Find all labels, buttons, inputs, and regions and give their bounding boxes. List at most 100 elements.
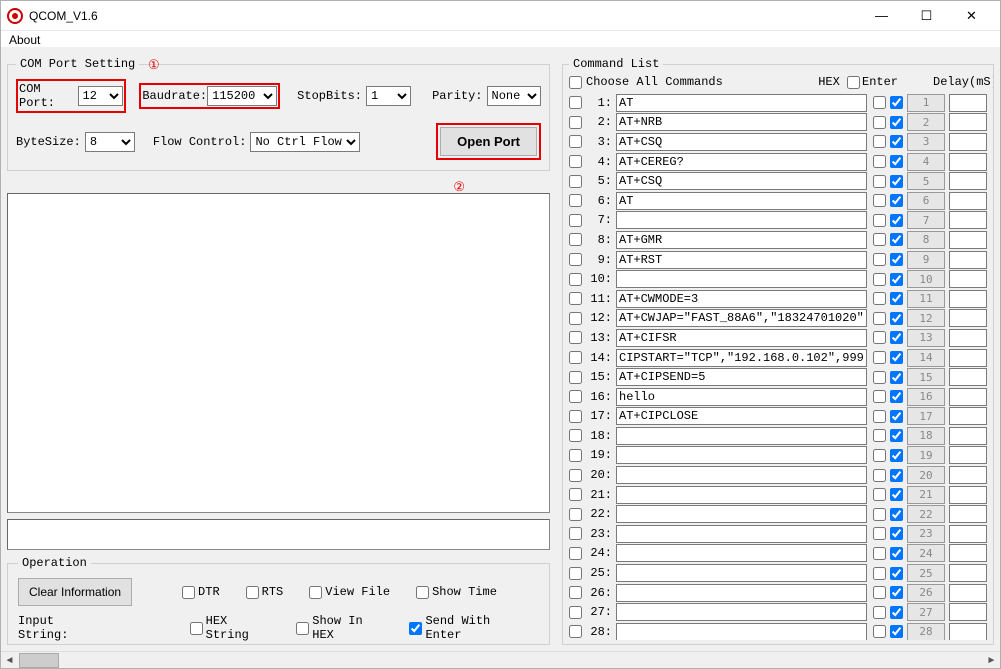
command-delay-input[interactable] [949,388,987,406]
command-send-button[interactable]: 20 [907,466,945,484]
command-send-button[interactable]: 2 [907,113,945,131]
command-hex-checkbox[interactable] [873,135,886,148]
command-select-checkbox[interactable] [569,508,582,521]
command-enter-checkbox[interactable] [890,233,903,246]
command-delay-input[interactable] [949,564,987,582]
command-select-checkbox[interactable] [569,429,582,442]
command-text-input[interactable] [616,251,867,269]
command-hex-checkbox[interactable] [873,96,886,109]
scroll-right-arrow-icon[interactable]: ► [983,653,1000,668]
command-select-checkbox[interactable] [569,273,582,286]
command-select-checkbox[interactable] [569,527,582,540]
command-hex-checkbox[interactable] [873,527,886,540]
command-send-button[interactable]: 1 [907,94,945,112]
command-text-input[interactable] [616,603,867,621]
command-delay-input[interactable] [949,505,987,523]
command-delay-input[interactable] [949,486,987,504]
command-send-button[interactable]: 14 [907,349,945,367]
command-delay-input[interactable] [949,290,987,308]
command-enter-checkbox[interactable] [890,449,903,462]
dtr-checkbox[interactable]: DTR [182,585,220,599]
command-text-input[interactable] [616,544,867,562]
command-select-checkbox[interactable] [569,351,582,364]
command-enter-checkbox[interactable] [890,527,903,540]
command-text-input[interactable] [616,407,867,425]
enter-all-checkbox[interactable] [847,76,860,89]
bytesize-select[interactable]: 8 [85,132,135,152]
rts-checkbox[interactable]: RTS [246,585,284,599]
command-enter-checkbox[interactable] [890,488,903,501]
command-hex-checkbox[interactable] [873,410,886,423]
scroll-left-arrow-icon[interactable]: ◄ [1,653,18,668]
command-text-input[interactable] [616,211,867,229]
command-send-button[interactable]: 26 [907,584,945,602]
command-text-input[interactable] [616,94,867,112]
command-delay-input[interactable] [949,544,987,562]
maximize-button[interactable]: ☐ [904,2,949,30]
command-delay-input[interactable] [949,133,987,151]
command-text-input[interactable] [616,153,867,171]
command-send-button[interactable]: 25 [907,564,945,582]
send-with-enter-checkbox[interactable]: Send With Enter [409,614,523,642]
command-enter-checkbox[interactable] [890,273,903,286]
command-enter-checkbox[interactable] [890,508,903,521]
command-delay-input[interactable] [949,270,987,288]
hex-string-checkbox[interactable]: HEX String [190,614,271,642]
command-enter-checkbox[interactable] [890,175,903,188]
command-enter-checkbox[interactable] [890,351,903,364]
command-send-button[interactable]: 8 [907,231,945,249]
secondary-output-area[interactable] [7,519,550,550]
command-text-input[interactable] [616,427,867,445]
command-hex-checkbox[interactable] [873,390,886,403]
command-send-button[interactable]: 23 [907,525,945,543]
command-text-input[interactable] [616,525,867,543]
command-hex-checkbox[interactable] [873,606,886,619]
command-send-button[interactable]: 9 [907,251,945,269]
command-text-input[interactable] [616,309,867,327]
command-send-button[interactable]: 13 [907,329,945,347]
command-select-checkbox[interactable] [569,135,582,148]
show-time-checkbox[interactable]: Show Time [416,585,497,599]
command-select-checkbox[interactable] [569,175,582,188]
command-send-button[interactable]: 6 [907,192,945,210]
command-select-checkbox[interactable] [569,488,582,501]
command-select-checkbox[interactable] [569,194,582,207]
command-hex-checkbox[interactable] [873,292,886,305]
command-text-input[interactable] [616,505,867,523]
command-delay-input[interactable] [949,603,987,621]
command-hex-checkbox[interactable] [873,625,886,638]
command-enter-checkbox[interactable] [890,371,903,384]
command-text-input[interactable] [616,446,867,464]
command-text-input[interactable] [616,231,867,249]
command-hex-checkbox[interactable] [873,194,886,207]
command-text-input[interactable] [616,270,867,288]
command-delay-input[interactable] [949,172,987,190]
command-delay-input[interactable] [949,251,987,269]
command-enter-checkbox[interactable] [890,292,903,305]
command-send-button[interactable]: 22 [907,505,945,523]
command-enter-checkbox[interactable] [890,116,903,129]
command-text-input[interactable] [616,623,867,640]
command-text-input[interactable] [616,388,867,406]
command-enter-checkbox[interactable] [890,625,903,638]
command-delay-input[interactable] [949,525,987,543]
command-send-button[interactable]: 16 [907,388,945,406]
command-send-button[interactable]: 10 [907,270,945,288]
command-enter-checkbox[interactable] [890,586,903,599]
command-send-button[interactable]: 7 [907,211,945,229]
minimize-button[interactable]: — [859,2,904,30]
command-text-input[interactable] [616,368,867,386]
command-select-checkbox[interactable] [569,331,582,344]
command-send-button[interactable]: 28 [907,623,945,640]
command-enter-checkbox[interactable] [890,253,903,266]
command-delay-input[interactable] [949,329,987,347]
command-select-checkbox[interactable] [569,606,582,619]
command-delay-input[interactable] [949,368,987,386]
command-delay-input[interactable] [949,623,987,640]
command-delay-input[interactable] [949,231,987,249]
command-select-checkbox[interactable] [569,371,582,384]
command-hex-checkbox[interactable] [873,449,886,462]
command-select-checkbox[interactable] [569,292,582,305]
command-text-input[interactable] [616,486,867,504]
command-enter-checkbox[interactable] [890,410,903,423]
